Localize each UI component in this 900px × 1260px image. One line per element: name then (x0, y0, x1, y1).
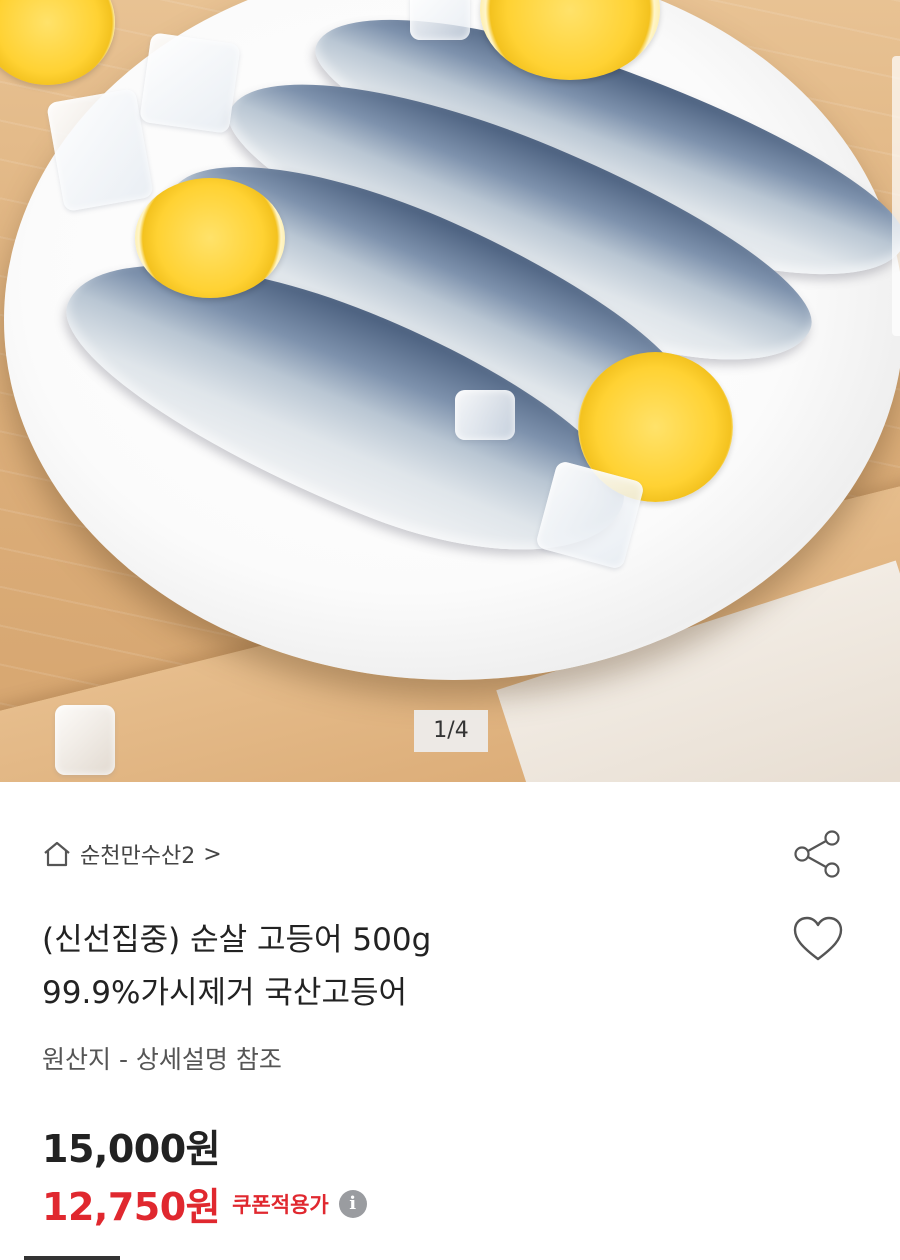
info-icon[interactable]: i (338, 1189, 367, 1218)
product-title-line-2: 99.9%가시제거 국산고등어 (42, 975, 408, 1011)
product-image-gallery[interactable]: 1/4 (0, 0, 900, 782)
gallery-edge-handle (892, 56, 900, 336)
original-price: 15,000원 (42, 1127, 221, 1171)
chevron-right-icon: > (203, 841, 222, 867)
home-icon (42, 840, 72, 868)
lemon-slice (135, 178, 285, 298)
like-button[interactable] (790, 912, 846, 968)
image-counter: 1/4 (414, 710, 488, 752)
product-title-line-1: (신선집중) 순살 고등어 500g (42, 922, 432, 958)
sale-price-row: 12,750원 쿠폰적용가 i (42, 1176, 367, 1231)
tab-indicator (24, 1256, 120, 1260)
sale-price: 12,750원 (42, 1185, 221, 1229)
coupon-price-label: 쿠폰적용가 (232, 1192, 329, 1217)
heart-icon (793, 916, 843, 961)
product-title: (신선집중) 순살 고등어 500g 99.9%가시제거 국산고등어 (42, 914, 742, 1020)
ice-cube (455, 390, 515, 440)
seller-link[interactable]: 순천만수산2 > (42, 834, 222, 874)
ice-cube (410, 0, 470, 40)
ice-cube (139, 32, 241, 134)
origin-info: 원산지 - 상세설명 참조 (42, 1045, 282, 1074)
share-button[interactable] (790, 826, 846, 882)
ice-cube (46, 88, 154, 212)
share-icon (794, 830, 840, 878)
seller-name: 순천만수산2 (80, 844, 196, 869)
ice-cube (55, 705, 115, 775)
lemon-slice (0, 0, 115, 85)
